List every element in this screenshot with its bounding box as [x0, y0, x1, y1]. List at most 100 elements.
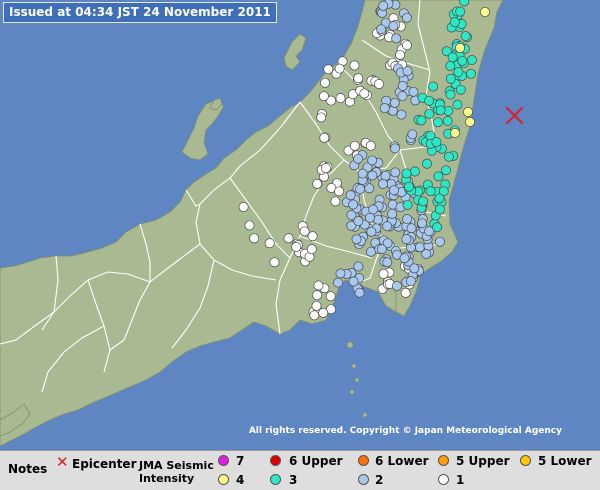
- legend-dot-6-upper: [270, 455, 281, 466]
- station-marker-intensity-4: [455, 43, 465, 53]
- station-marker-intensity-1: [316, 112, 327, 123]
- station-marker-intensity-2: [389, 97, 400, 108]
- station-marker-intensity-2: [397, 81, 408, 91]
- station-marker-intensity-3: [445, 89, 456, 100]
- station-marker-intensity-3: [416, 115, 427, 126]
- epicenter-legend-icon: ✕: [56, 453, 69, 471]
- station-marker-intensity-2: [376, 244, 387, 255]
- station-marker-intensity-2: [378, 0, 389, 11]
- legend-level-3: 3: [289, 473, 298, 487]
- station-marker-intensity-3: [401, 168, 412, 179]
- legend-dot-3: [270, 474, 281, 485]
- station-marker-intensity-2: [348, 199, 359, 210]
- station-marker-intensity-2: [407, 129, 418, 140]
- station-marker-intensity-4: [450, 128, 460, 138]
- station-marker-intensity-3: [459, 0, 470, 7]
- station-marker-intensity-3: [452, 99, 463, 110]
- issued-timestamp-label: Issued at 04:34 JST 24 November 2011: [3, 2, 277, 23]
- station-marker-intensity-1: [330, 196, 341, 207]
- station-marker-intensity-2: [365, 212, 375, 223]
- legend-epicenter-label: Epicenter: [72, 457, 137, 471]
- station-marker-intensity-3: [445, 60, 456, 71]
- legend-level-1: 1: [456, 473, 465, 487]
- station-marker-intensity-3: [425, 186, 436, 197]
- station-marker-intensity-2: [354, 287, 365, 298]
- legend-level-2: 2: [375, 473, 384, 487]
- station-marker-intensity-2: [406, 223, 417, 234]
- map-area: Issued at 04:34 JST 24 November 2011 All…: [0, 0, 600, 450]
- station-marker-intensity-3: [449, 17, 460, 28]
- station-marker-intensity-1: [244, 220, 255, 231]
- legend-level-4: 4: [236, 473, 245, 487]
- legend-dot-5-upper: [438, 455, 449, 466]
- legend-dot-7: [218, 455, 229, 466]
- station-marker-intensity-3: [424, 95, 435, 106]
- station-marker-intensity-2: [401, 234, 412, 245]
- station-marker-intensity-2: [373, 214, 383, 225]
- station-marker-intensity-1: [299, 226, 310, 237]
- station-marker-intensity-1: [320, 163, 331, 174]
- station-marker-intensity-2: [391, 33, 402, 44]
- station-marker-intensity-1: [306, 244, 317, 255]
- station-marker-intensity-1: [249, 233, 260, 244]
- station-marker-intensity-2: [345, 190, 356, 201]
- station-marker-intensity-2: [388, 21, 399, 31]
- station-marker-intensity-4: [463, 107, 473, 117]
- legend-bar: Notes ✕ Epicenter JMA Seismic Intensity …: [0, 450, 600, 490]
- station-marker-intensity-2: [408, 86, 419, 97]
- station-marker-intensity-3: [432, 222, 443, 233]
- station-marker-intensity-4: [480, 7, 490, 17]
- station-marker-intensity-2: [390, 167, 401, 178]
- station-marker-intensity-3: [433, 171, 444, 182]
- station-marker-intensity-2: [348, 276, 359, 287]
- land-izu-island: [362, 412, 368, 418]
- station-marker-intensity-2: [366, 246, 376, 257]
- station-marker-intensity-2: [346, 210, 357, 221]
- station-marker-intensity-1: [313, 280, 324, 291]
- station-marker-intensity-3: [447, 52, 458, 63]
- station-marker-intensity-2: [379, 103, 390, 114]
- station-marker-intensity-1: [320, 77, 330, 88]
- station-marker-intensity-1: [334, 186, 345, 197]
- station-marker-intensity-3: [442, 116, 453, 126]
- station-marker-intensity-1: [312, 178, 323, 189]
- station-marker-intensity-2: [397, 91, 408, 102]
- station-marker-intensity-3: [466, 68, 476, 79]
- station-marker-intensity-2: [409, 263, 420, 274]
- station-marker-intensity-3: [441, 165, 451, 176]
- land-sado: [283, 33, 307, 71]
- station-marker-intensity-3: [428, 81, 439, 92]
- station-marker-intensity-1: [312, 290, 322, 301]
- station-marker-intensity-1: [264, 238, 275, 249]
- legend-level-5-lower: 5 Lower: [538, 454, 592, 468]
- station-marker-intensity-3: [445, 73, 456, 84]
- station-marker-intensity-1: [335, 93, 346, 104]
- station-marker-intensity-2: [367, 170, 378, 181]
- station-marker-intensity-3: [455, 84, 466, 95]
- legend-dot-6-lower: [358, 455, 369, 466]
- station-marker-intensity-4: [465, 117, 475, 127]
- station-marker-intensity-2: [351, 234, 362, 245]
- legend-intensity-label-line1: JMA Seismic: [139, 459, 214, 472]
- station-marker-intensity-2: [382, 257, 393, 268]
- station-marker-intensity-3: [434, 204, 445, 215]
- station-marker-intensity-2: [421, 249, 432, 259]
- station-marker-intensity-2: [357, 168, 368, 179]
- station-marker-intensity-1: [318, 307, 329, 318]
- station-marker-intensity-1: [334, 63, 345, 74]
- station-marker-intensity-2: [378, 179, 388, 189]
- station-marker-intensity-1: [353, 73, 364, 84]
- land-noto: [181, 99, 225, 161]
- station-marker-intensity-2: [402, 214, 413, 225]
- station-marker-intensity-1: [374, 79, 384, 89]
- station-marker-intensity-1: [307, 231, 318, 242]
- station-marker-intensity-1: [318, 91, 329, 102]
- station-marker-intensity-2: [382, 221, 393, 232]
- station-marker-intensity-2: [390, 143, 401, 154]
- station-marker-intensity-1: [283, 233, 294, 244]
- station-marker-intensity-2: [389, 185, 399, 196]
- legend-dot-5-lower: [520, 455, 531, 466]
- station-marker-intensity-2: [335, 268, 346, 279]
- station-marker-intensity-1: [401, 40, 412, 51]
- station-marker-intensity-3: [409, 166, 420, 177]
